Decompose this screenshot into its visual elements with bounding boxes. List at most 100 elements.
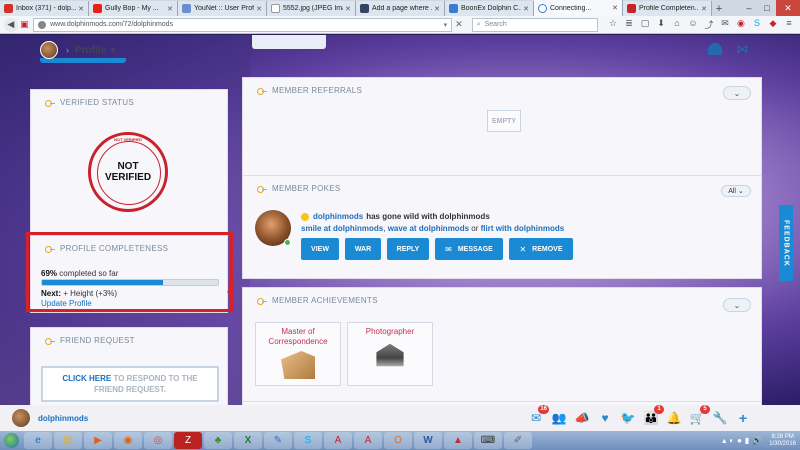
filezilla-icon[interactable]: Z: [174, 432, 202, 449]
reply-button[interactable]: REPLY: [387, 238, 429, 260]
wave-link[interactable]: wave at dolphinmods: [388, 224, 469, 233]
dropdown-icon[interactable]: ▾: [444, 21, 448, 29]
collapse-button[interactable]: ⌄: [723, 298, 751, 312]
browser-tab[interactable]: Inbox (371) - dolp... ✕: [0, 1, 89, 16]
close-tab-icon[interactable]: ✕: [701, 5, 707, 13]
menu-icon[interactable]: ≡: [782, 18, 796, 31]
header-tab: [252, 35, 326, 49]
network-icon[interactable]: ▮: [745, 436, 749, 445]
lock-icon[interactable]: ▢: [638, 18, 652, 31]
dashboard-icon[interactable]: [708, 43, 722, 55]
feedback-tab[interactable]: FEEDBACK: [779, 205, 793, 281]
mail-icon[interactable]: ✉ 16: [528, 405, 549, 426]
browser-tab[interactable]: 5552.jpg (JPEG Imag...✕: [267, 1, 356, 16]
card-title: FRIEND REQUEST: [45, 336, 135, 345]
skype-icon[interactable]: S: [750, 18, 764, 31]
browser-tab[interactable]: Gully Bop - My ... ✕: [89, 1, 178, 16]
smile-link[interactable]: smile at dolphinmods: [301, 224, 383, 233]
browser-tab[interactable]: YouNet :: User Profi...✕: [178, 1, 267, 16]
chevron-right-icon: ›: [66, 45, 69, 55]
paint-icon[interactable]: ✎: [264, 432, 292, 449]
close-tab-icon[interactable]: ✕: [256, 5, 262, 13]
bell-icon[interactable]: 🔔: [666, 410, 682, 426]
browser-tab[interactable]: BoonEx Dolphin C... ✕: [445, 1, 534, 16]
user-link[interactable]: dolphinmods: [313, 212, 363, 221]
pdf-editor-icon[interactable]: A: [354, 432, 382, 449]
avatar[interactable]: [12, 409, 30, 427]
remove-button[interactable]: ✕ REMOVE: [509, 238, 573, 260]
search-input[interactable]: ⌕ Search: [471, 17, 598, 32]
close-window-icon[interactable]: ✕: [776, 0, 800, 16]
firefox-icon[interactable]: ◉: [114, 432, 142, 449]
tray-icon[interactable]: ◐: [729, 436, 734, 445]
addon-icon[interactable]: ▣: [18, 18, 32, 32]
tray-icon[interactable]: ●: [737, 436, 742, 445]
cart-icon[interactable]: 🛒 5: [689, 405, 710, 426]
view-button[interactable]: VIEW: [301, 238, 339, 260]
chrome-icon[interactable]: ◎: [144, 432, 172, 449]
reading-list-icon[interactable]: ≣: [622, 18, 636, 31]
chat-icon[interactable]: ☺: [686, 18, 700, 31]
skype-icon[interactable]: S: [294, 432, 322, 449]
maximize-icon[interactable]: □: [758, 0, 776, 16]
username-link[interactable]: dolphinmods: [38, 414, 88, 423]
close-tab-icon[interactable]: ✕: [78, 5, 84, 13]
close-tab-icon[interactable]: ✕: [434, 5, 440, 13]
close-tab-icon[interactable]: ✕: [345, 5, 351, 13]
achievement-badge[interactable]: Master of Correspondence: [255, 322, 341, 386]
megaphone-icon[interactable]: 📣: [574, 410, 590, 426]
achievement-badge[interactable]: Photographer: [347, 322, 433, 386]
office-icon[interactable]: O: [384, 432, 412, 449]
reload-icon[interactable]: ✕: [452, 19, 466, 30]
download-icon[interactable]: ⬇: [654, 18, 668, 31]
ie-icon[interactable]: e: [24, 432, 52, 449]
collapse-button[interactable]: ⌄: [723, 86, 751, 100]
tools-icon[interactable]: ✐: [504, 432, 532, 449]
members-icon[interactable]: 👥: [551, 410, 567, 426]
heart-icon[interactable]: ♥: [597, 410, 613, 426]
browser-tab[interactable]: Profile Completen... ✕: [623, 1, 712, 16]
word-icon[interactable]: W: [414, 432, 442, 449]
keyboard-icon[interactable]: ⌨: [474, 432, 502, 449]
plus-icon[interactable]: +: [735, 410, 751, 426]
close-tab-icon[interactable]: ✕: [612, 4, 618, 12]
filter-dropdown[interactable]: All ⌄: [721, 185, 751, 197]
message-button[interactable]: ✉ MESSAGE: [435, 238, 503, 260]
pdf-icon[interactable]: A: [324, 432, 352, 449]
mail-icon[interactable]: ✉: [718, 18, 732, 31]
start-button[interactable]: [0, 431, 22, 450]
friend-request-button[interactable]: CLICK HERE TO RESPOND TO THE FRIEND REQU…: [41, 366, 219, 402]
back-icon[interactable]: ◀: [4, 17, 18, 32]
war-button[interactable]: WAR: [345, 238, 381, 260]
media-player-icon[interactable]: ▶: [84, 432, 112, 449]
browser-tab-active[interactable]: Connecting... ✕: [534, 0, 623, 16]
address-bar[interactable]: www.dolphinmods.com/72/dolphinmods ▾: [33, 17, 453, 32]
window-controls: – □ ✕: [740, 0, 800, 16]
avatar[interactable]: [40, 41, 58, 59]
twitter-icon[interactable]: 🐦: [620, 410, 636, 426]
app-icon[interactable]: ▲: [444, 432, 472, 449]
profile-menu-label[interactable]: Profile: [75, 45, 106, 56]
pocket-icon[interactable]: ◆: [766, 18, 780, 31]
share-icon[interactable]: ⤴: [702, 18, 716, 31]
close-tab-icon[interactable]: ✕: [167, 5, 173, 13]
share-icon[interactable]: ⋈: [736, 42, 748, 56]
flirt-link[interactable]: flirt with dolphinmods: [481, 224, 565, 233]
browser-tab[interactable]: Add a page where ... ✕: [356, 1, 445, 16]
addon-red-icon[interactable]: ◉: [734, 18, 748, 31]
clock[interactable]: 8:28 PM 1/30/2016: [769, 434, 796, 448]
profile-breadcrumb[interactable]: › Profile ▼: [40, 41, 117, 59]
friends-icon[interactable]: 👪 1: [643, 405, 664, 426]
frog-icon[interactable]: ♣: [204, 432, 232, 449]
chevron-down-icon[interactable]: ▼: [109, 46, 117, 55]
wrench-icon[interactable]: 🔧: [712, 410, 728, 426]
volume-icon[interactable]: 🔊: [752, 436, 762, 445]
bookmark-star-icon[interactable]: ☆: [606, 18, 620, 31]
explorer-icon[interactable]: ▤: [54, 432, 82, 449]
minimize-icon[interactable]: –: [740, 0, 758, 16]
excel-icon[interactable]: X: [234, 432, 262, 449]
new-tab-button[interactable]: +: [712, 1, 726, 16]
close-tab-icon[interactable]: ✕: [523, 5, 529, 13]
tray-icon[interactable]: ▴: [722, 436, 726, 445]
home-icon[interactable]: ⌂: [670, 18, 684, 31]
